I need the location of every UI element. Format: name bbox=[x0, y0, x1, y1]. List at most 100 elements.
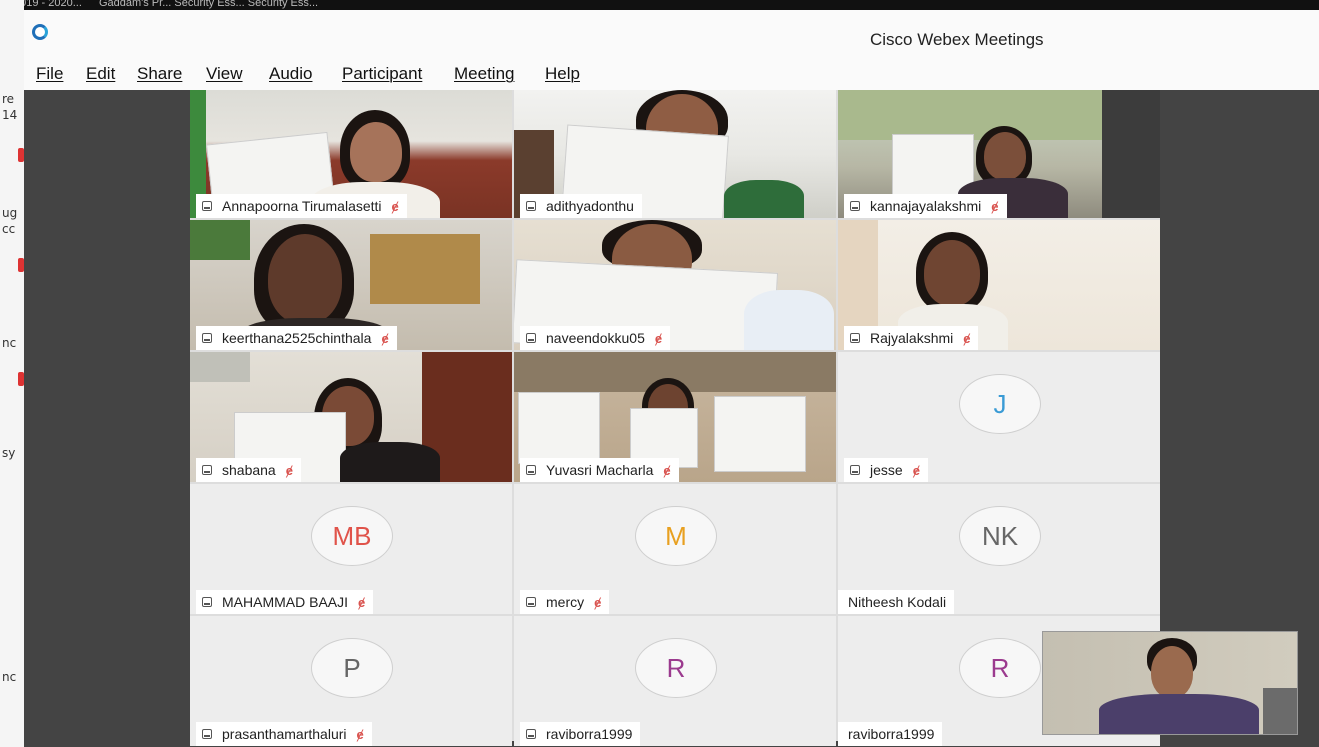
title-bar: Cisco Webex Meetings bbox=[24, 10, 1319, 58]
background-window-fragment: re 14 ug cc nc sy nc bbox=[0, 0, 24, 747]
avatar: R bbox=[959, 638, 1041, 699]
background-taskbar-strip: 2019 - 2020... Gaddam's Pr... Security E… bbox=[0, 0, 1319, 10]
screen-icon bbox=[850, 465, 860, 475]
menu-help[interactable]: Help bbox=[545, 64, 580, 84]
background-tab-text: 2019 - 2020... bbox=[14, 0, 82, 9]
fragment-text: nc bbox=[2, 336, 17, 350]
participant-label: mercy ɇ bbox=[520, 590, 610, 614]
screen-icon bbox=[850, 201, 860, 211]
menu-bar: File Edit Share View Audio Participant M… bbox=[24, 58, 1319, 90]
menu-meeting[interactable]: Meeting bbox=[454, 64, 514, 84]
avatar: P bbox=[311, 638, 393, 699]
screen-icon bbox=[202, 201, 212, 211]
participant-name: Yuvasri Macharla bbox=[546, 462, 654, 478]
participant-name: raviborra1999 bbox=[848, 726, 935, 742]
menu-share[interactable]: Share bbox=[137, 64, 182, 84]
participant-label: jesse ɇ bbox=[844, 458, 928, 482]
screen-icon bbox=[526, 465, 536, 475]
participant-label: raviborra1999 bbox=[838, 722, 943, 746]
mic-muted-icon: ɇ bbox=[356, 726, 364, 742]
participant-tile[interactable]: Annapoorna Tirumalasetti ɇ bbox=[190, 90, 512, 218]
participant-label: Annapoorna Tirumalasetti ɇ bbox=[196, 194, 407, 218]
participant-tile[interactable]: keerthana2525chinthala ɇ bbox=[190, 220, 512, 350]
mic-muted-icon: ɇ bbox=[963, 330, 971, 346]
mic-muted-icon: ɇ bbox=[594, 594, 602, 610]
participant-name: Nitheesh Kodali bbox=[848, 594, 947, 610]
mic-muted-icon: ɇ bbox=[663, 462, 671, 478]
screen-icon bbox=[202, 597, 212, 607]
fragment-text: ug bbox=[2, 206, 18, 220]
participant-label: Yuvasri Macharla ɇ bbox=[520, 458, 679, 482]
participant-name: MAHAMMAD BAAJI bbox=[222, 594, 349, 610]
participant-grid: Annapoorna Tirumalasetti ɇ adithyadonthu bbox=[190, 90, 1160, 746]
participant-tile[interactable]: NK Nitheesh Kodali bbox=[838, 484, 1160, 614]
participant-label: Nitheesh Kodali bbox=[838, 590, 955, 614]
participant-tile[interactable]: J jesse ɇ bbox=[838, 352, 1160, 482]
video-stage: Annapoorna Tirumalasetti ɇ adithyadonthu bbox=[24, 90, 1319, 747]
menu-view[interactable]: View bbox=[206, 64, 243, 84]
participant-name: jesse bbox=[870, 462, 903, 478]
screen-icon bbox=[526, 333, 536, 343]
participant-name: shabana bbox=[222, 462, 276, 478]
menu-participant[interactable]: Participant bbox=[342, 64, 422, 84]
avatar: R bbox=[635, 638, 717, 699]
screen-icon bbox=[850, 333, 860, 343]
participant-name: adithyadonthu bbox=[546, 198, 634, 214]
participant-label: Rajyalakshmi ɇ bbox=[844, 326, 979, 350]
participant-label: prasanthamarthaluri ɇ bbox=[196, 722, 372, 746]
fragment-text: nc bbox=[2, 670, 17, 684]
mic-muted-icon: ɇ bbox=[912, 462, 920, 478]
participant-name: kannajayalakshmi bbox=[870, 198, 982, 214]
participant-tile[interactable]: Yuvasri Macharla ɇ bbox=[514, 352, 836, 482]
participant-tile[interactable]: shabana ɇ bbox=[190, 352, 512, 482]
mic-muted-icon: ɇ bbox=[391, 198, 399, 214]
participant-name: naveendokku05 bbox=[546, 330, 645, 346]
participant-tile[interactable]: adithyadonthu bbox=[514, 90, 836, 218]
participant-tile[interactable]: R raviborra1999 bbox=[514, 616, 836, 746]
participant-tile[interactable]: kannajayalakshmi ɇ bbox=[838, 90, 1160, 218]
participant-name: Annapoorna Tirumalasetti bbox=[222, 198, 382, 214]
participant-label: adithyadonthu bbox=[520, 194, 642, 218]
webex-window: Cisco Webex Meetings File Edit Share Vie… bbox=[24, 10, 1319, 747]
participant-name: keerthana2525chinthala bbox=[222, 330, 372, 346]
participant-tile[interactable]: M mercy ɇ bbox=[514, 484, 836, 614]
participant-label: kannajayalakshmi ɇ bbox=[844, 194, 1007, 218]
participant-tile[interactable]: P prasanthamarthaluri ɇ bbox=[190, 616, 512, 746]
menu-audio[interactable]: Audio bbox=[269, 64, 312, 84]
fragment-text: cc bbox=[2, 222, 16, 236]
screen-icon bbox=[202, 729, 212, 739]
participant-label: raviborra1999 bbox=[520, 722, 641, 746]
participant-tile[interactable]: Rajyalakshmi ɇ bbox=[838, 220, 1160, 350]
screen-icon bbox=[526, 201, 536, 211]
avatar: M bbox=[635, 506, 717, 567]
participant-name: raviborra1999 bbox=[546, 726, 633, 742]
fragment-text: re bbox=[2, 92, 15, 106]
avatar: NK bbox=[959, 506, 1041, 567]
webex-logo-icon bbox=[32, 24, 48, 40]
avatar: J bbox=[959, 374, 1041, 435]
mic-muted-icon: ɇ bbox=[654, 330, 663, 346]
participant-name: mercy bbox=[546, 594, 585, 610]
participant-label: naveendokku05 ɇ bbox=[520, 326, 671, 350]
participant-label: shabana ɇ bbox=[196, 458, 301, 482]
participant-tile[interactable]: MB MAHAMMAD BAAJI ɇ bbox=[190, 484, 512, 614]
mic-muted-icon: ɇ bbox=[285, 462, 293, 478]
fragment-text: sy bbox=[2, 446, 16, 460]
participant-label: MAHAMMAD BAAJI ɇ bbox=[196, 590, 374, 614]
background-tab-text: Gaddam's Pr... Security Ess... Security … bbox=[98, 0, 319, 9]
menu-file[interactable]: File bbox=[36, 64, 63, 84]
menu-edit[interactable]: Edit bbox=[86, 64, 115, 84]
mic-muted-icon: ɇ bbox=[381, 330, 389, 346]
window-title: Cisco Webex Meetings bbox=[870, 30, 1044, 49]
participant-name: Rajyalakshmi bbox=[870, 330, 954, 346]
participant-label: keerthana2525chinthala ɇ bbox=[196, 326, 397, 350]
fragment-text: 14 bbox=[2, 108, 18, 122]
screen-icon bbox=[526, 597, 536, 607]
screen-icon bbox=[526, 729, 536, 739]
self-view-video[interactable] bbox=[1042, 631, 1298, 735]
mic-muted-icon: ɇ bbox=[991, 198, 999, 214]
participant-tile[interactable]: naveendokku05 ɇ bbox=[514, 220, 836, 350]
avatar: MB bbox=[311, 506, 393, 567]
participant-name: prasanthamarthaluri bbox=[222, 726, 347, 742]
screen-icon bbox=[202, 333, 212, 343]
